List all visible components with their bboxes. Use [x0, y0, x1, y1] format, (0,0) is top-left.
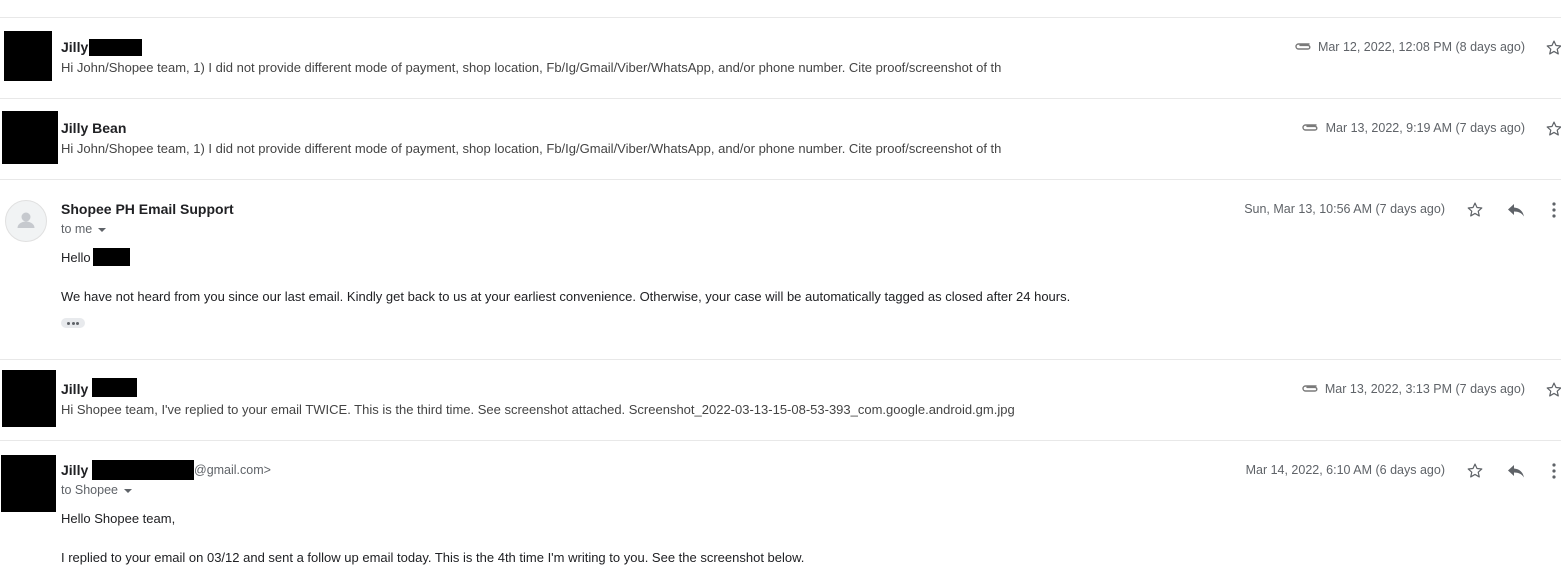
reply-icon[interactable] — [1506, 463, 1526, 479]
message-greeting: Hello Shopee team, — [61, 511, 176, 526]
show-trimmed-content-button[interactable] — [61, 318, 85, 328]
message-date: Mar 13, 2022, 9:19 AM (7 days ago) — [1325, 121, 1525, 135]
message-body: We have not heard from you since our las… — [61, 289, 1071, 304]
recipient-details-toggle[interactable]: to me — [61, 222, 107, 236]
message-date: Mar 14, 2022, 6:10 AM (6 days ago) — [1245, 463, 1445, 477]
divider — [0, 359, 1561, 360]
sender-name: Jilly — [61, 39, 89, 55]
redacted-surname — [92, 378, 137, 397]
recipient-details-toggle[interactable]: to Shopee — [61, 483, 132, 497]
redacted-avatar — [4, 31, 52, 81]
sender-name: Shopee PH Email Support — [61, 201, 234, 217]
message-snippet: Hi John/Shopee team, 1) I did not provid… — [61, 60, 1002, 75]
message-date: Mar 13, 2022, 3:13 PM (7 days ago) — [1324, 382, 1525, 396]
sender-email-suffix: @gmail.com> — [194, 463, 271, 477]
recipient-label: to me — [61, 222, 93, 236]
paperclip-icon — [1295, 43, 1311, 50]
message-date: Sun, Mar 13, 10:56 AM (7 days ago) — [1244, 202, 1445, 216]
message-snippet: Hi Shopee team, I've replied to your ema… — [61, 402, 1015, 417]
star-icon[interactable] — [1466, 462, 1484, 480]
default-avatar-icon — [5, 200, 47, 242]
more-vert-icon[interactable] — [1551, 463, 1557, 479]
star-icon[interactable] — [1466, 201, 1484, 219]
redacted-avatar — [2, 111, 58, 164]
reply-icon[interactable] — [1506, 202, 1526, 218]
star-icon[interactable] — [1545, 381, 1561, 399]
paperclip-icon — [1302, 385, 1318, 392]
chevron-down-icon — [98, 227, 107, 232]
redacted-surname — [89, 39, 142, 56]
recipient-label: to Shopee — [61, 483, 118, 497]
redacted-name — [93, 248, 130, 266]
divider — [0, 98, 1561, 99]
redacted-avatar — [1, 455, 56, 512]
redacted-sender-address — [92, 460, 194, 480]
message-date: Mar 12, 2022, 12:08 PM (8 days ago) — [1317, 40, 1525, 54]
divider — [0, 440, 1561, 441]
more-vert-icon[interactable] — [1551, 202, 1557, 218]
star-icon[interactable] — [1545, 120, 1561, 138]
sender-name: Jilly Bean — [61, 120, 127, 136]
redacted-avatar — [2, 370, 56, 427]
divider — [0, 179, 1561, 180]
sender-name: Jilly — [61, 462, 89, 478]
chevron-down-icon — [124, 488, 132, 493]
star-icon[interactable] — [1545, 39, 1561, 57]
sender-name: Jilly — [61, 381, 89, 397]
divider — [0, 17, 1561, 18]
paperclip-icon — [1302, 124, 1318, 131]
message-snippet: Hi John/Shopee team, 1) I did not provid… — [61, 141, 1002, 156]
message-body: I replied to your email on 03/12 and sen… — [61, 550, 805, 565]
message-greeting: Hello — [61, 250, 91, 265]
